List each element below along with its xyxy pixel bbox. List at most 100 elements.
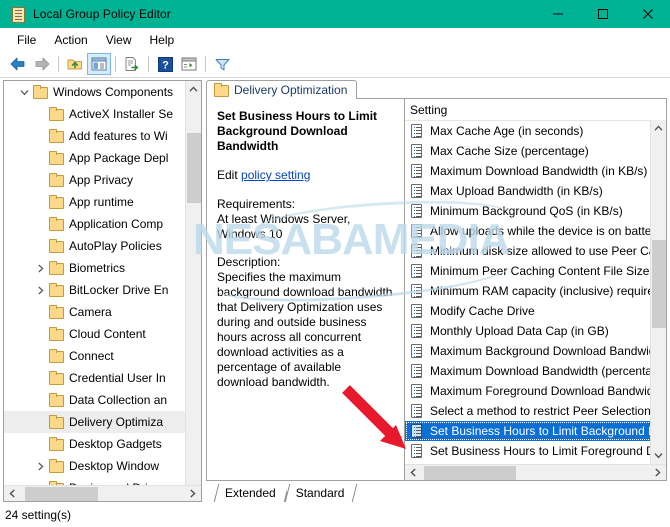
settings-list-item[interactable]: Modify Cache Drive	[405, 301, 666, 321]
tree-item-label: App Package Depl	[69, 151, 169, 165]
action-pane-icon[interactable]	[177, 53, 201, 75]
settings-scroll-right-icon[interactable]	[649, 468, 666, 477]
close-button[interactable]	[625, 0, 670, 28]
settings-list-item[interactable]: Set Business Hours to Limit Foreground D…	[405, 441, 666, 461]
settings-scroll-up-icon[interactable]	[651, 120, 666, 137]
settings-scroll-left-icon[interactable]	[405, 468, 422, 477]
show-tree-icon[interactable]	[87, 53, 111, 75]
minimize-button[interactable]	[535, 0, 580, 28]
settings-list-item[interactable]: Allow uploads while the device is on bat…	[405, 221, 666, 241]
tree-item[interactable]: ActiveX Installer Se	[4, 103, 201, 125]
tree-item-label: Application Comp	[69, 217, 164, 231]
tree-item[interactable]: Connect	[4, 345, 201, 367]
back-arrow-icon[interactable]	[6, 53, 30, 75]
tree-item[interactable]: Camera	[4, 301, 201, 323]
settings-column-header[interactable]: Setting	[405, 99, 666, 121]
tree-item[interactable]: Desktop Gadgets	[4, 433, 201, 455]
tree-item[interactable]: Add features to Wi	[4, 125, 201, 147]
settings-list-item[interactable]: Minimum Peer Caching Content File Size (…	[405, 261, 666, 281]
toolbar-separator-2	[115, 56, 116, 72]
folder-icon	[213, 83, 229, 97]
policy-setting-icon	[410, 303, 424, 319]
help-icon[interactable]: ?	[153, 53, 177, 75]
forward-arrow-icon[interactable]	[30, 53, 54, 75]
settings-list-item[interactable]: Select a method to restrict Peer Selecti…	[405, 401, 666, 421]
tree-item[interactable]: Device and Driver	[4, 477, 201, 485]
folder-icon	[48, 305, 64, 319]
folder-icon	[48, 217, 64, 231]
tree-item[interactable]: AutoPlay Policies	[4, 235, 201, 257]
tree-vertical-scrollbar[interactable]	[185, 81, 201, 501]
policy-setting-icon	[410, 443, 424, 459]
tree-item[interactable]: BitLocker Drive En	[4, 279, 201, 301]
settings-hscroll-thumb[interactable]	[424, 465, 516, 480]
settings-list-item[interactable]: Max Cache Age (in seconds)	[405, 121, 666, 141]
tree-item-label: BitLocker Drive En	[69, 283, 169, 297]
view-tab-label: Extended	[225, 486, 276, 500]
tree-item-label: Credential User In	[69, 371, 166, 385]
policy-setting-icon	[410, 423, 424, 439]
tree-item-label: Cloud Content	[69, 327, 146, 341]
tree-item[interactable]: Application Comp	[4, 213, 201, 235]
tree-item[interactable]: Desktop Window	[4, 455, 201, 477]
tree-scroll-up-icon[interactable]	[186, 81, 201, 98]
filter-icon[interactable]	[210, 53, 234, 75]
tree-item-label: Desktop Gadgets	[69, 437, 162, 451]
tree-item-label: Desktop Window	[69, 459, 160, 473]
settings-list-item[interactable]: Set Business Hours to Limit Background D…	[405, 421, 666, 441]
view-tab-standard[interactable]: Standard	[284, 484, 358, 502]
tree-item[interactable]: Credential User In	[4, 367, 201, 389]
settings-list-item[interactable]: Minimum disk size allowed to use Peer Ca…	[405, 241, 666, 261]
settings-vertical-scrollbar[interactable]	[650, 120, 666, 464]
policy-setting-icon	[410, 283, 424, 299]
up-folder-icon[interactable]	[63, 53, 87, 75]
settings-list-item[interactable]: Monthly Upload Data Cap (in GB)	[405, 321, 666, 341]
tree-scroll-left-icon[interactable]	[4, 489, 21, 498]
settings-scroll-thumb[interactable]	[652, 240, 666, 328]
tree-item[interactable]: App Package Depl	[4, 147, 201, 169]
tree-item[interactable]: App Privacy	[4, 169, 201, 191]
view-tab-extended[interactable]: Extended	[213, 484, 289, 502]
settings-list-item[interactable]: Max Upload Bandwidth (in KB/s)	[405, 181, 666, 201]
settings-list-item[interactable]: Maximum Foreground Download Bandwidth (p…	[405, 381, 666, 401]
tree-item-label: Biometrics	[69, 261, 126, 275]
pane-header-label: Delivery Optimization	[234, 83, 348, 97]
settings-list-item[interactable]: Max Cache Size (percentage)	[405, 141, 666, 161]
settings-list-item[interactable]: Minimum Background QoS (in KB/s)	[405, 201, 666, 221]
tree-item[interactable]: App runtime	[4, 191, 201, 213]
settings-hscroll-track[interactable]	[422, 465, 649, 480]
tree-item[interactable]: Windows Components	[4, 81, 201, 103]
menu-view[interactable]: View	[97, 31, 141, 49]
tree-item-label: Add features to Wi	[69, 129, 168, 143]
tree-item[interactable]: Delivery Optimiza	[4, 411, 201, 433]
pane-header-tab[interactable]: Delivery Optimization	[206, 80, 358, 99]
menu-file[interactable]: File	[8, 31, 45, 49]
settings-list-item[interactable]: Minimum RAM capacity (inclusive) require…	[405, 281, 666, 301]
status-text: 24 setting(s)	[5, 508, 72, 522]
settings-list[interactable]: Max Cache Age (in seconds) Max Cache Size…	[405, 121, 666, 464]
settings-horizontal-scrollbar[interactable]	[405, 464, 666, 480]
maximize-button[interactable]	[580, 0, 625, 28]
tree-hscroll-thumb[interactable]	[25, 486, 98, 501]
settings-list-item[interactable]: Maximum Download Bandwidth (percentage)	[405, 361, 666, 381]
chevron-right-icon[interactable]	[32, 462, 48, 471]
chevron-down-icon[interactable]	[16, 89, 32, 96]
settings-list-item[interactable]: Maximum Background Download Bandwidth (p…	[405, 341, 666, 361]
export-list-icon[interactable]	[120, 53, 144, 75]
tree-hscroll-track[interactable]	[21, 486, 184, 501]
tree-item[interactable]: Cloud Content	[4, 323, 201, 345]
tree-item[interactable]: Data Collection an	[4, 389, 201, 411]
chevron-right-icon[interactable]	[32, 264, 48, 273]
settings-list-item[interactable]: Maximum Download Bandwidth (in KB/s)	[405, 161, 666, 181]
tree-horizontal-scrollbar[interactable]	[4, 485, 201, 501]
policy-setting-link[interactable]: policy setting	[241, 168, 310, 182]
settings-list-item-label: Modify Cache Drive	[430, 304, 535, 318]
menu-help[interactable]: Help	[141, 31, 184, 49]
settings-scroll-down-icon[interactable]	[651, 447, 666, 464]
tree-item[interactable]: Biometrics	[4, 257, 201, 279]
tree-scroll-right-icon[interactable]	[184, 489, 201, 498]
chevron-right-icon[interactable]	[32, 286, 48, 295]
tree-scroll-thumb[interactable]	[187, 133, 201, 203]
policy-tree[interactable]: Windows Components ActiveX Installer Se Ad…	[4, 81, 201, 485]
menu-action[interactable]: Action	[45, 31, 96, 49]
